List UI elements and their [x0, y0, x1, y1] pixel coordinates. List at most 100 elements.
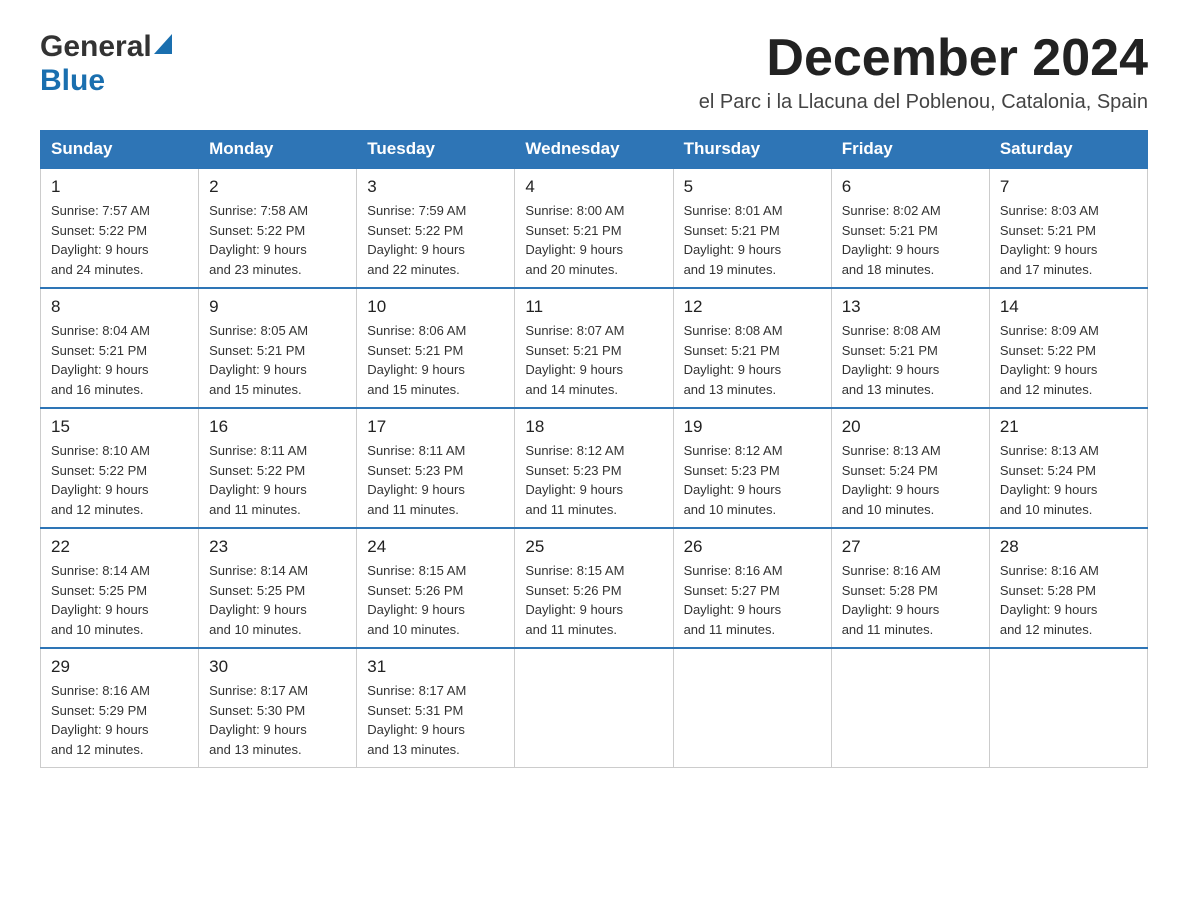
calendar-cell: 4 Sunrise: 8:00 AM Sunset: 5:21 PM Dayli… — [515, 168, 673, 288]
calendar-week-row-1: 1 Sunrise: 7:57 AM Sunset: 5:22 PM Dayli… — [41, 168, 1148, 288]
calendar-week-row-5: 29 Sunrise: 8:16 AM Sunset: 5:29 PM Dayl… — [41, 648, 1148, 768]
day-info: Sunrise: 8:16 AM Sunset: 5:27 PM Dayligh… — [684, 561, 821, 639]
location-title: el Parc i la Llacuna del Poblenou, Catal… — [699, 91, 1148, 114]
day-info: Sunrise: 8:02 AM Sunset: 5:21 PM Dayligh… — [842, 201, 979, 279]
logo-triangle-icon — [154, 34, 172, 59]
calendar-cell — [515, 648, 673, 768]
day-number: 1 — [51, 177, 188, 197]
calendar-cell — [673, 648, 831, 768]
calendar-cell: 29 Sunrise: 8:16 AM Sunset: 5:29 PM Dayl… — [41, 648, 199, 768]
calendar-cell: 2 Sunrise: 7:58 AM Sunset: 5:22 PM Dayli… — [199, 168, 357, 288]
day-number: 15 — [51, 417, 188, 437]
title-area: December 2024 el Parc i la Llacuna del P… — [699, 30, 1148, 114]
day-info: Sunrise: 8:15 AM Sunset: 5:26 PM Dayligh… — [367, 561, 504, 639]
day-info: Sunrise: 8:17 AM Sunset: 5:31 PM Dayligh… — [367, 681, 504, 759]
day-number: 11 — [525, 297, 662, 317]
day-info: Sunrise: 8:13 AM Sunset: 5:24 PM Dayligh… — [1000, 441, 1137, 519]
day-number: 8 — [51, 297, 188, 317]
calendar-week-row-4: 22 Sunrise: 8:14 AM Sunset: 5:25 PM Dayl… — [41, 528, 1148, 648]
calendar-cell: 24 Sunrise: 8:15 AM Sunset: 5:26 PM Dayl… — [357, 528, 515, 648]
calendar-cell: 27 Sunrise: 8:16 AM Sunset: 5:28 PM Dayl… — [831, 528, 989, 648]
calendar-cell: 26 Sunrise: 8:16 AM Sunset: 5:27 PM Dayl… — [673, 528, 831, 648]
calendar-cell: 23 Sunrise: 8:14 AM Sunset: 5:25 PM Dayl… — [199, 528, 357, 648]
day-number: 17 — [367, 417, 504, 437]
calendar-cell: 28 Sunrise: 8:16 AM Sunset: 5:28 PM Dayl… — [989, 528, 1147, 648]
day-info: Sunrise: 8:07 AM Sunset: 5:21 PM Dayligh… — [525, 321, 662, 399]
calendar-cell: 7 Sunrise: 8:03 AM Sunset: 5:21 PM Dayli… — [989, 168, 1147, 288]
calendar-cell: 30 Sunrise: 8:17 AM Sunset: 5:30 PM Dayl… — [199, 648, 357, 768]
calendar-cell: 31 Sunrise: 8:17 AM Sunset: 5:31 PM Dayl… — [357, 648, 515, 768]
day-number: 7 — [1000, 177, 1137, 197]
day-info: Sunrise: 8:15 AM Sunset: 5:26 PM Dayligh… — [525, 561, 662, 639]
calendar-cell: 21 Sunrise: 8:13 AM Sunset: 5:24 PM Dayl… — [989, 408, 1147, 528]
day-info: Sunrise: 8:16 AM Sunset: 5:28 PM Dayligh… — [842, 561, 979, 639]
day-number: 13 — [842, 297, 979, 317]
day-info: Sunrise: 8:17 AM Sunset: 5:30 PM Dayligh… — [209, 681, 346, 759]
day-info: Sunrise: 8:05 AM Sunset: 5:21 PM Dayligh… — [209, 321, 346, 399]
day-number: 23 — [209, 537, 346, 557]
day-info: Sunrise: 7:58 AM Sunset: 5:22 PM Dayligh… — [209, 201, 346, 279]
day-number: 14 — [1000, 297, 1137, 317]
day-info: Sunrise: 8:11 AM Sunset: 5:22 PM Dayligh… — [209, 441, 346, 519]
header-thursday: Thursday — [673, 131, 831, 169]
calendar-cell: 13 Sunrise: 8:08 AM Sunset: 5:21 PM Dayl… — [831, 288, 989, 408]
day-number: 19 — [684, 417, 821, 437]
day-number: 24 — [367, 537, 504, 557]
calendar-cell — [989, 648, 1147, 768]
calendar-cell: 15 Sunrise: 8:10 AM Sunset: 5:22 PM Dayl… — [41, 408, 199, 528]
header-friday: Friday — [831, 131, 989, 169]
calendar-cell: 11 Sunrise: 8:07 AM Sunset: 5:21 PM Dayl… — [515, 288, 673, 408]
header-tuesday: Tuesday — [357, 131, 515, 169]
day-info: Sunrise: 8:16 AM Sunset: 5:29 PM Dayligh… — [51, 681, 188, 759]
header-monday: Monday — [199, 131, 357, 169]
calendar-cell: 14 Sunrise: 8:09 AM Sunset: 5:22 PM Dayl… — [989, 288, 1147, 408]
page-header: General Blue December 2024 el Parc i la … — [40, 30, 1148, 114]
calendar-cell: 22 Sunrise: 8:14 AM Sunset: 5:25 PM Dayl… — [41, 528, 199, 648]
day-number: 16 — [209, 417, 346, 437]
calendar-cell — [831, 648, 989, 768]
calendar-cell: 18 Sunrise: 8:12 AM Sunset: 5:23 PM Dayl… — [515, 408, 673, 528]
day-info: Sunrise: 8:08 AM Sunset: 5:21 PM Dayligh… — [842, 321, 979, 399]
day-info: Sunrise: 8:14 AM Sunset: 5:25 PM Dayligh… — [51, 561, 188, 639]
header-saturday: Saturday — [989, 131, 1147, 169]
day-number: 27 — [842, 537, 979, 557]
day-number: 22 — [51, 537, 188, 557]
calendar-week-row-3: 15 Sunrise: 8:10 AM Sunset: 5:22 PM Dayl… — [41, 408, 1148, 528]
day-info: Sunrise: 8:16 AM Sunset: 5:28 PM Dayligh… — [1000, 561, 1137, 639]
day-info: Sunrise: 8:08 AM Sunset: 5:21 PM Dayligh… — [684, 321, 821, 399]
calendar-cell: 3 Sunrise: 7:59 AM Sunset: 5:22 PM Dayli… — [357, 168, 515, 288]
calendar-week-row-2: 8 Sunrise: 8:04 AM Sunset: 5:21 PM Dayli… — [41, 288, 1148, 408]
header-wednesday: Wednesday — [515, 131, 673, 169]
calendar-cell: 16 Sunrise: 8:11 AM Sunset: 5:22 PM Dayl… — [199, 408, 357, 528]
day-number: 21 — [1000, 417, 1137, 437]
day-number: 3 — [367, 177, 504, 197]
month-title: December 2024 — [699, 30, 1148, 87]
calendar-cell: 5 Sunrise: 8:01 AM Sunset: 5:21 PM Dayli… — [673, 168, 831, 288]
day-info: Sunrise: 8:11 AM Sunset: 5:23 PM Dayligh… — [367, 441, 504, 519]
logo-blue: Blue — [40, 64, 105, 97]
calendar-cell: 9 Sunrise: 8:05 AM Sunset: 5:21 PM Dayli… — [199, 288, 357, 408]
day-number: 20 — [842, 417, 979, 437]
calendar-cell: 20 Sunrise: 8:13 AM Sunset: 5:24 PM Dayl… — [831, 408, 989, 528]
day-info: Sunrise: 8:12 AM Sunset: 5:23 PM Dayligh… — [525, 441, 662, 519]
day-info: Sunrise: 7:59 AM Sunset: 5:22 PM Dayligh… — [367, 201, 504, 279]
calendar-cell: 8 Sunrise: 8:04 AM Sunset: 5:21 PM Dayli… — [41, 288, 199, 408]
day-number: 18 — [525, 417, 662, 437]
weekday-header-row: Sunday Monday Tuesday Wednesday Thursday… — [41, 131, 1148, 169]
day-number: 5 — [684, 177, 821, 197]
day-info: Sunrise: 8:04 AM Sunset: 5:21 PM Dayligh… — [51, 321, 188, 399]
logo-general: General — [40, 30, 152, 64]
day-info: Sunrise: 8:00 AM Sunset: 5:21 PM Dayligh… — [525, 201, 662, 279]
day-number: 25 — [525, 537, 662, 557]
day-number: 2 — [209, 177, 346, 197]
day-info: Sunrise: 8:14 AM Sunset: 5:25 PM Dayligh… — [209, 561, 346, 639]
day-number: 28 — [1000, 537, 1137, 557]
day-info: Sunrise: 8:03 AM Sunset: 5:21 PM Dayligh… — [1000, 201, 1137, 279]
day-info: Sunrise: 8:09 AM Sunset: 5:22 PM Dayligh… — [1000, 321, 1137, 399]
calendar-cell: 1 Sunrise: 7:57 AM Sunset: 5:22 PM Dayli… — [41, 168, 199, 288]
calendar-cell: 17 Sunrise: 8:11 AM Sunset: 5:23 PM Dayl… — [357, 408, 515, 528]
day-info: Sunrise: 7:57 AM Sunset: 5:22 PM Dayligh… — [51, 201, 188, 279]
calendar-cell: 10 Sunrise: 8:06 AM Sunset: 5:21 PM Dayl… — [357, 288, 515, 408]
day-number: 31 — [367, 657, 504, 677]
day-info: Sunrise: 8:12 AM Sunset: 5:23 PM Dayligh… — [684, 441, 821, 519]
